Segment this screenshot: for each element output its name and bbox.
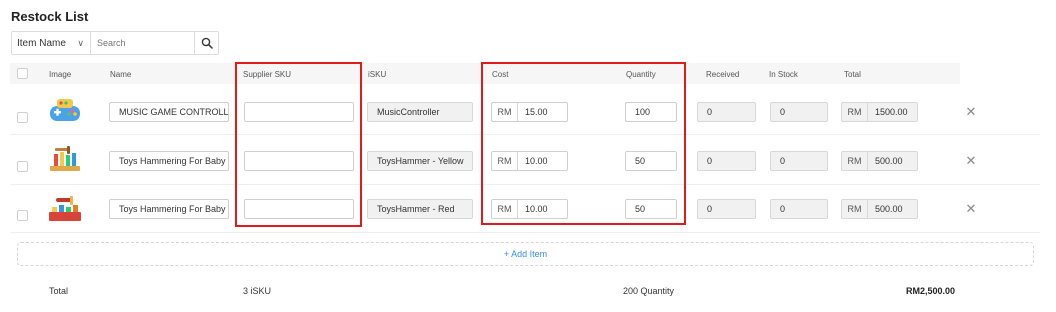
row-total-value: 500.00 xyxy=(875,156,903,166)
in-stock-field: 0 xyxy=(770,102,828,122)
row-checkbox[interactable] xyxy=(17,210,28,221)
currency-prefix: RM xyxy=(842,103,868,121)
item-name-field[interactable]: Toys Hammering For Baby 1 Y xyxy=(109,199,229,219)
row-total-field: RM 500.00 xyxy=(841,199,918,219)
row-total-field: RM 500.00 xyxy=(841,151,918,171)
in-stock-field: 0 xyxy=(770,151,828,171)
row-checkbox[interactable] xyxy=(17,161,28,172)
close-icon: ✕ xyxy=(965,104,977,119)
totals-quantity: 200 Quantity xyxy=(623,286,675,296)
row-checkbox[interactable] xyxy=(17,112,28,123)
isku-field: MusicController xyxy=(367,102,473,122)
currency-prefix: RM xyxy=(842,152,868,170)
totals-label: Total xyxy=(49,286,69,296)
close-icon: ✕ xyxy=(965,201,977,216)
search-input[interactable] xyxy=(91,32,194,54)
item-name-field[interactable]: MUSIC GAME CONTROLLER B xyxy=(109,102,229,122)
in-stock-field: 0 xyxy=(770,199,828,219)
page-title: Restock List xyxy=(11,9,89,24)
row-divider xyxy=(10,232,1040,233)
row-total-field: RM 1500.00 xyxy=(841,102,918,122)
game-controller-thumbnail xyxy=(50,99,80,121)
chevron-down-icon: ∨ xyxy=(77,37,84,48)
column-header-image: Image xyxy=(49,70,72,79)
received-field: 0 xyxy=(697,151,756,171)
received-field: 0 xyxy=(697,102,756,122)
search-filter-bar: Item Name ∨ xyxy=(11,31,219,55)
column-header-total: Total xyxy=(844,70,861,79)
isku-field: ToysHammer - Red xyxy=(367,199,473,219)
remove-row-button[interactable]: ✕ xyxy=(963,201,979,217)
grand-total: RM2,500.00 xyxy=(906,286,956,296)
filter-field-value: Item Name xyxy=(17,37,66,49)
add-item-button[interactable]: + Add Item xyxy=(17,242,1034,266)
isku-field: ToysHammer - Yellow xyxy=(367,151,473,171)
column-header-name: Name xyxy=(110,70,132,79)
currency-prefix: RM xyxy=(842,200,868,218)
column-header-received: Received xyxy=(706,70,740,79)
cost-quantity-highlight-box xyxy=(481,62,686,225)
row-total-value: 1500.00 xyxy=(875,107,908,117)
received-field: 0 xyxy=(697,199,756,219)
supplier-sku-highlight-box xyxy=(235,62,362,227)
row-total-value: 500.00 xyxy=(875,204,903,214)
column-header-in-stock: In Stock xyxy=(769,70,798,79)
search-button[interactable] xyxy=(194,32,218,54)
totals-isku-count: 3 iSKU xyxy=(243,286,272,296)
remove-row-button[interactable]: ✕ xyxy=(963,104,979,120)
search-icon xyxy=(201,37,213,49)
select-all-checkbox[interactable] xyxy=(17,68,28,79)
item-name-field[interactable]: Toys Hammering For Baby 1 Y xyxy=(109,151,229,171)
hammer-toy-yellow-thumbnail xyxy=(50,146,80,171)
column-header-isku: iSKU xyxy=(368,70,387,79)
close-icon: ✕ xyxy=(965,153,977,168)
filter-field-select[interactable]: Item Name ∨ xyxy=(12,32,91,54)
remove-row-button[interactable]: ✕ xyxy=(963,153,979,169)
hammer-toy-red-thumbnail xyxy=(49,196,81,221)
